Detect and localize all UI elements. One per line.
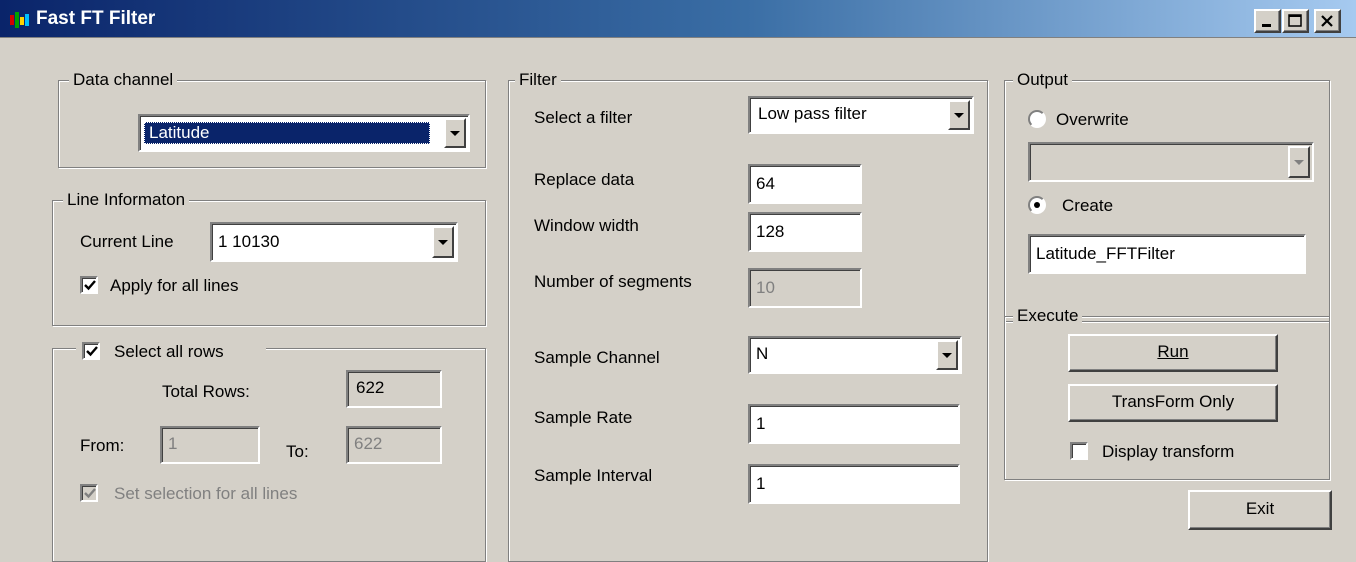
filter-dropdown-value: Low pass filter [758,104,867,123]
window-width-label: Window width [534,216,639,235]
segments-field: 10 [748,268,862,308]
from-value: 1 [168,434,178,453]
output-legend: Output [1013,70,1073,90]
transform-only-button[interactable]: TransForm Only [1068,384,1278,422]
chevron-down-icon[interactable] [1288,146,1310,178]
maximize-button[interactable] [1282,9,1309,33]
title-bar: Fast FT Filter [0,0,1356,38]
window-title: Fast FT Filter [36,8,156,29]
chevron-down-icon[interactable] [948,100,970,130]
chevron-down-icon[interactable] [444,118,466,148]
create-radio[interactable] [1028,196,1046,214]
segments-value: 10 [756,278,775,297]
exit-button-label: Exit [1245,499,1275,518]
execute-legend: Execute [1013,306,1083,326]
current-line-value: 1 10130 [218,232,280,251]
total-rows-field: 622 [346,370,442,408]
data-channel-dropdown[interactable]: Latitude [138,114,470,152]
create-name-input[interactable]: Latitude_FFTFilter [1028,234,1306,274]
filter-legend: Filter [515,70,561,90]
sample-channel-dropdown[interactable]: N [748,336,962,374]
replace-data-input[interactable]: 64 [748,164,862,204]
total-rows-label: Total Rows: [162,382,250,401]
data-channel-selected: Latitude [144,122,430,144]
from-label: From: [80,436,125,455]
to-value: 622 [354,434,383,453]
select-all-rows-checkbox[interactable] [82,342,100,360]
total-rows-value: 622 [356,378,385,397]
sample-interval-input[interactable]: 1 [748,464,960,504]
window-width-input[interactable]: 128 [748,212,862,252]
output-group: Output [1004,70,1330,322]
close-icon [1321,15,1333,27]
chevron-down-icon[interactable] [936,340,958,370]
current-line-label: Current Line [80,232,174,251]
filter-dropdown[interactable]: Low pass filter [748,96,974,134]
create-name-value: Latitude_FFTFilter [1036,244,1175,263]
from-field[interactable]: 1 [160,426,260,464]
apply-all-lines-label: Apply for all lines [110,276,239,295]
exit-button[interactable]: Exit [1188,490,1332,530]
sample-interval-label: Sample Interval [534,466,653,485]
data-channel-legend: Data channel [69,70,178,90]
segments-label: Number of segments [534,272,692,291]
sample-rate-input[interactable]: 1 [748,404,960,444]
sample-rate-label: Sample Rate [534,408,633,427]
window-width-value: 128 [756,222,785,241]
maximize-icon [1288,14,1302,27]
replace-data-value: 64 [756,174,775,193]
sample-rate-value: 1 [756,414,766,433]
checkmark-icon [84,488,96,499]
overwrite-label: Overwrite [1056,110,1129,129]
current-line-dropdown[interactable]: 1 10130 [210,222,458,262]
transform-only-label: TransForm Only [1111,392,1235,411]
app-icon [10,12,29,28]
sample-interval-value: 1 [756,474,766,493]
run-button[interactable]: Run [1068,334,1278,372]
sample-channel-label: Sample Channel [534,348,660,367]
to-field[interactable]: 622 [346,426,442,464]
checkmark-icon [86,346,98,357]
select-filter-label: Select a filter [534,108,633,127]
minimize-button[interactable] [1254,9,1281,33]
set-selection-label: Set selection for all lines [114,484,298,503]
chevron-down-icon[interactable] [432,226,454,258]
select-all-rows-label: Select all rows [114,342,224,361]
minimize-icon [1262,24,1271,27]
line-info-legend: Line Informaton [63,190,190,210]
close-button[interactable] [1314,9,1341,33]
line-info-group: Line Informaton [52,190,486,326]
apply-all-lines-checkbox[interactable] [80,276,98,294]
display-transform-label: Display transform [1102,442,1235,461]
display-transform-checkbox[interactable] [1070,442,1088,460]
checkmark-icon [84,280,96,291]
overwrite-radio[interactable] [1028,110,1046,128]
run-button-label: Run [1157,342,1189,361]
overwrite-dropdown[interactable] [1028,142,1314,182]
dialog-body: Data channel Latitude Line Informaton Cu… [0,38,1356,562]
set-selection-checkbox[interactable] [80,484,98,502]
replace-data-label: Replace data [534,170,635,189]
sample-channel-value: N [756,344,769,363]
to-label: To: [286,442,309,461]
create-label: Create [1062,196,1114,215]
